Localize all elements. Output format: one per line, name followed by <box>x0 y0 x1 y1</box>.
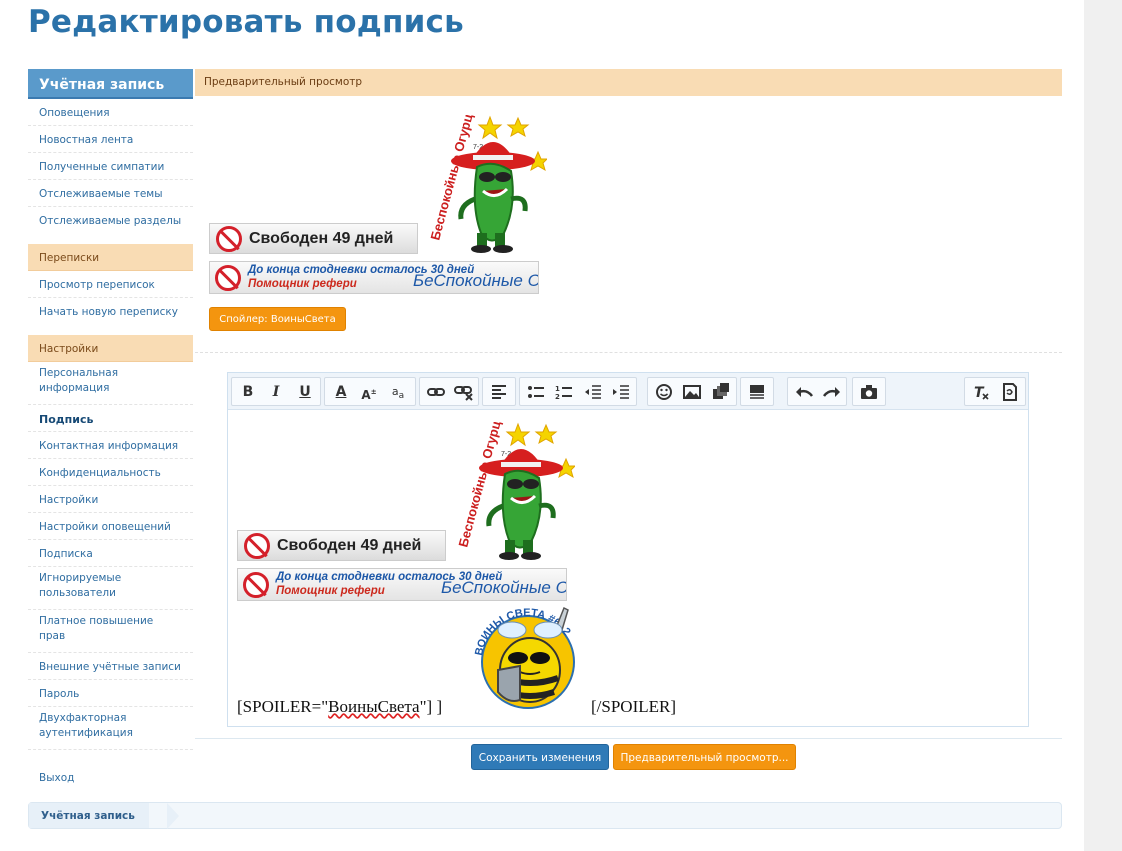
sidebar-item-preferences[interactable]: Настройки <box>28 486 193 513</box>
sidebar-item-view-conversations[interactable]: Просмотр переписок <box>28 271 193 298</box>
toolbar-group-font: A A± aa <box>324 377 416 406</box>
sidebar-item-likes[interactable]: Полученные симпатии <box>28 153 193 180</box>
spoiler-toggle-button[interactable]: Спойлер: ВоиныСвета <box>209 307 346 331</box>
toolbar-group-text-style: B I U <box>231 377 321 406</box>
toolbar-group-insert <box>647 377 737 406</box>
section-divider <box>195 352 1062 353</box>
undo-icon[interactable] <box>793 381 815 403</box>
sidebar-item-ignored-users[interactable]: Игнорируемые пользователи <box>28 567 193 610</box>
sidebar-header[interactable]: Учётная запись <box>28 69 193 99</box>
spoiler-open-tag: [SPOILER="ВоиныСвета"] ] <box>237 697 442 717</box>
spoiler-name-text: ВоиныСвета <box>328 697 420 716</box>
sidebar-item-contact-details[interactable]: Контактная информация <box>28 432 193 459</box>
breadcrumb: Учётная запись <box>28 802 1062 829</box>
sidebar-item-alerts[interactable]: Оповещения <box>28 99 193 126</box>
bbcode-toggle-icon[interactable] <box>999 381 1021 403</box>
camera-icon[interactable] <box>858 381 880 403</box>
align-icon[interactable] <box>488 381 510 403</box>
link-icon[interactable] <box>425 381 447 403</box>
italic-icon[interactable]: I <box>265 381 287 403</box>
numbered-list-icon[interactable]: 12 <box>553 381 575 403</box>
sidebar-item-alert-preferences[interactable]: Настройки оповещений <box>28 513 193 540</box>
redo-icon[interactable] <box>821 381 843 403</box>
sidebar-item-news-feed[interactable]: Новостная лента <box>28 126 193 153</box>
svg-text:2: 2 <box>555 393 560 401</box>
toolbar-group-format: T <box>964 377 1026 406</box>
editor-countdown-banner: До конца стодневки осталось 30 дней Помо… <box>237 568 567 601</box>
remove-format-icon[interactable]: T <box>970 381 992 403</box>
editor-days-text: Свободен 49 дней <box>277 536 422 554</box>
preview-button[interactable]: Предварительный просмотр... <box>613 744 796 770</box>
media-icon[interactable] <box>710 381 732 403</box>
sidebar-item-watched-threads[interactable]: Отслеживаемые темы <box>28 180 193 207</box>
sidebar-item-two-step[interactable]: Двухфакторная аутентификация <box>28 707 193 750</box>
bold-icon[interactable]: B <box>237 381 259 403</box>
no-smoking-icon <box>215 265 241 291</box>
spoiler-open-prefix: [SPOILER=" <box>237 697 329 716</box>
breadcrumb-arrow <box>167 803 179 829</box>
preview-referee-text: Помощник рефери <box>248 278 357 290</box>
image-icon[interactable] <box>681 381 703 403</box>
indent-icon[interactable] <box>610 381 632 403</box>
sidebar-section-conversations: Переписки <box>28 244 193 271</box>
no-smoking-icon <box>243 572 269 598</box>
sidebar-item-personal-details[interactable]: Персональная информация <box>28 362 193 405</box>
preview-brand-text: БеСпокойные Огур <box>413 271 538 290</box>
no-smoking-icon <box>244 532 270 559</box>
toolbar-group-media <box>852 377 886 406</box>
toolbar-group-align <box>482 377 516 406</box>
preview-countdown-banner: До конца стодневки осталось 30 дней Помо… <box>209 261 539 294</box>
signature-editor[interactable]: B I U A A± aa 12 T Беспокойные Огурцы 7-… <box>227 372 1029 727</box>
editor-toolbar: B I U A A± aa 12 T <box>228 373 1028 410</box>
cucumber-mascot-image: Беспокойные Огурцы 7-2 <box>415 115 547 255</box>
unlink-icon[interactable] <box>453 381 475 403</box>
bee-warrior-badge-image: ВОИНЫ СВЕТА #6_2 <box>473 606 575 709</box>
sidebar-item-signature[interactable]: Подпись <box>28 405 193 432</box>
svg-text:1: 1 <box>555 385 560 393</box>
page-title: Редактировать подпись <box>28 4 464 40</box>
breadcrumb-item-account[interactable]: Учётная запись <box>29 803 149 828</box>
sidebar-item-paid-upgrades[interactable]: Платное повышение прав <box>28 610 193 653</box>
spoiler-close-tag: [/SPOILER] <box>591 697 676 716</box>
preview-days-text: Свободен 49 дней <box>249 229 394 247</box>
sidebar-item-start-conversation[interactable]: Начать новую переписку <box>28 298 193 325</box>
sidebar-item-subscription[interactable]: Подписка <box>28 540 193 567</box>
cucumber-mascot-image: Беспокойные Огурцы 7-2 <box>443 422 575 562</box>
outdent-icon[interactable] <box>582 381 604 403</box>
form-divider <box>195 738 1062 739</box>
page-margin <box>1084 0 1122 851</box>
sidebar-item-logout[interactable]: Выход <box>28 764 193 791</box>
sidebar-item-external-accounts[interactable]: Внешние учётные записи <box>28 653 193 680</box>
sidebar-item-password[interactable]: Пароль <box>28 680 193 707</box>
toolbar-group-lists: 12 <box>519 377 637 406</box>
smilie-icon[interactable] <box>653 381 675 403</box>
preview-days-banner: Свободен 49 дней <box>209 223 418 254</box>
toolbar-group-link <box>419 377 479 406</box>
sidebar-item-watched-forums[interactable]: Отслеживаемые разделы <box>28 207 193 234</box>
preview-section-header: Предварительный просмотр <box>195 69 1062 96</box>
font-size-icon[interactable]: A± <box>358 381 380 403</box>
toolbar-group-history <box>787 377 847 406</box>
bullet-list-icon[interactable] <box>525 381 547 403</box>
sidebar-section-settings: Настройки <box>28 335 193 362</box>
font-color-icon[interactable]: A <box>330 381 352 403</box>
insert-template-icon[interactable] <box>746 381 768 403</box>
no-smoking-icon <box>216 225 242 252</box>
editor-days-banner: Свободен 49 дней <box>237 530 446 561</box>
sidebar-item-privacy[interactable]: Конфиденциальность <box>28 459 193 486</box>
account-sidebar: Учётная запись Оповещения Новостная лент… <box>28 69 193 791</box>
save-changes-button[interactable]: Сохранить изменения <box>471 744 609 770</box>
editor-referee-text: Помощник рефери <box>276 585 385 597</box>
underline-icon[interactable]: U <box>294 381 316 403</box>
editor-content[interactable]: Беспокойные Огурцы 7-2 Свободен 49 дней … <box>228 411 1028 726</box>
spoiler-open-suffix: "] ] <box>419 697 443 716</box>
toolbar-group-template <box>740 377 774 406</box>
font-family-icon[interactable]: aa <box>387 381 409 403</box>
editor-brand-text: БеСпокойные Огур <box>441 578 566 597</box>
